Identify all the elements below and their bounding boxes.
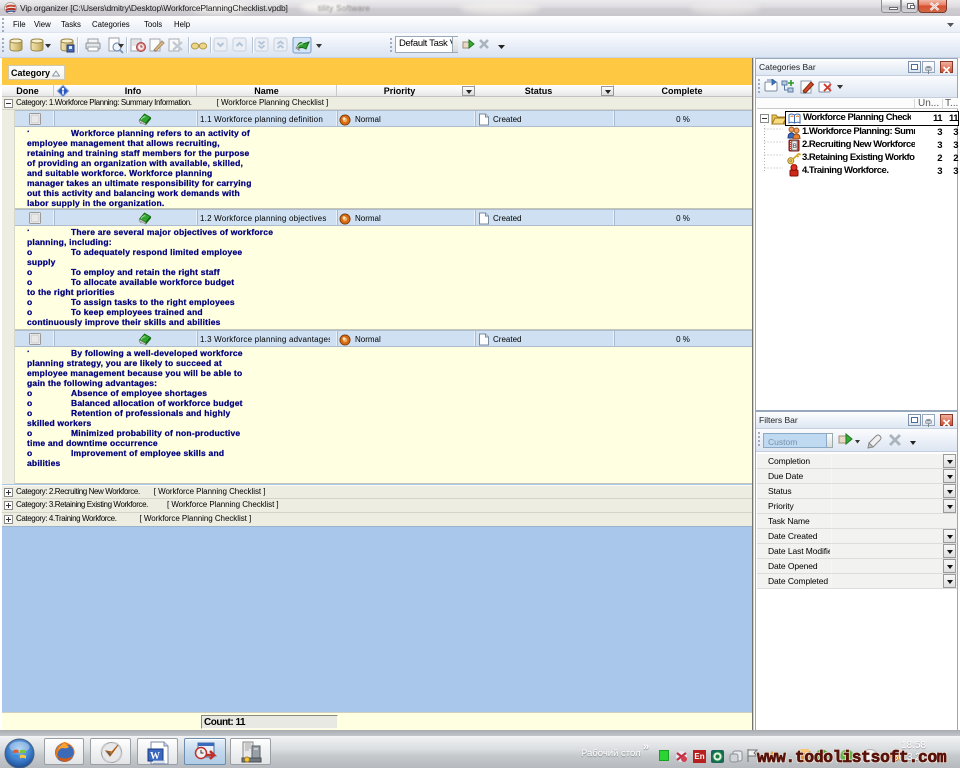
svg-text:W: W [150,751,160,762]
svg-text:B: B [793,144,797,150]
